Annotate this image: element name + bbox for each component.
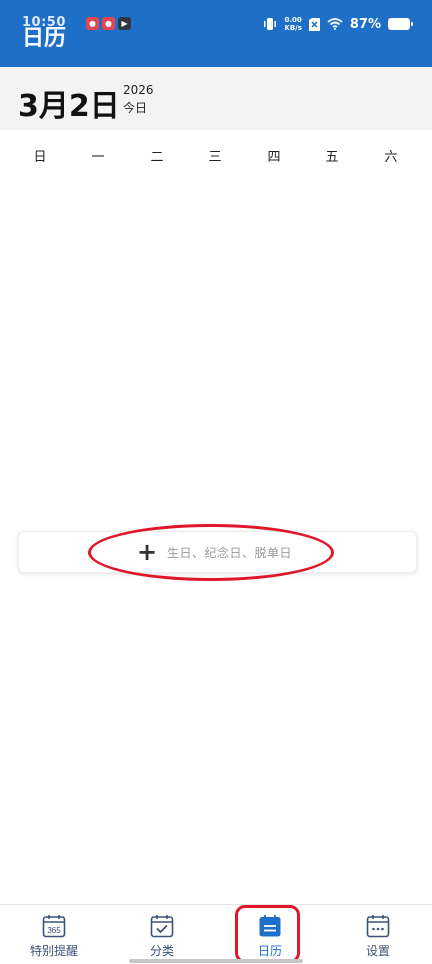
notification-shop-icon: ● <box>102 17 115 30</box>
calendar-dots-icon <box>366 915 390 938</box>
status-indicators: 0.00 KB/s 87% <box>263 16 413 32</box>
weekday-tue: 二 <box>150 150 164 165</box>
weekday-mon: 一 <box>91 150 105 165</box>
today-label: 今日 <box>123 101 148 115</box>
highlight-ellipse <box>88 524 334 581</box>
wifi-icon <box>327 18 343 30</box>
notification-video-icon: ▶ <box>118 17 131 30</box>
weekday-row: 日 一 二 三 四 五 六 <box>0 146 432 165</box>
app-title: 日历 <box>22 26 67 51</box>
calendar-check-icon <box>150 915 174 938</box>
notification-app-icon: ● <box>86 17 99 30</box>
home-indicator[interactable] <box>129 959 303 963</box>
nav-item-category[interactable]: 分类 <box>108 905 216 964</box>
no-sim-icon <box>308 17 320 31</box>
bottom-nav: 365 特别提醒 分类 日历 设置 <box>0 904 432 964</box>
notification-icons: ● ● ▶ <box>86 17 131 30</box>
nav-item-settings[interactable]: 设置 <box>324 905 432 964</box>
date-header[interactable]: 3月2日 <box>0 67 432 130</box>
weekday-sat: 六 <box>384 150 398 165</box>
battery-percent: 87% <box>349 16 381 32</box>
net-speed: 0.00 KB/s <box>284 16 302 32</box>
nav-label: 特别提醒 <box>29 944 78 958</box>
vibrate-icon <box>264 18 277 30</box>
highlight-rect <box>235 905 300 963</box>
battery-icon <box>388 18 413 30</box>
weekday-fri: 五 <box>325 150 339 165</box>
nav-label: 分类 <box>149 944 174 958</box>
weekday-sun: 日 <box>33 150 47 165</box>
nav-item-special-reminder[interactable]: 365 特别提醒 <box>0 905 108 964</box>
weekday-thu: 四 <box>267 150 281 165</box>
weekday-wed: 三 <box>208 150 222 165</box>
current-year: 2026 <box>123 83 154 97</box>
calendar-365-icon: 365 <box>42 915 66 938</box>
nav-label: 设置 <box>365 944 390 958</box>
current-date: 3月2日 <box>18 89 120 124</box>
app-bar: 10:50 日历 ● ● ▶ 0.00 KB/s 87% <box>0 0 432 67</box>
svg-text:365: 365 <box>47 926 61 935</box>
